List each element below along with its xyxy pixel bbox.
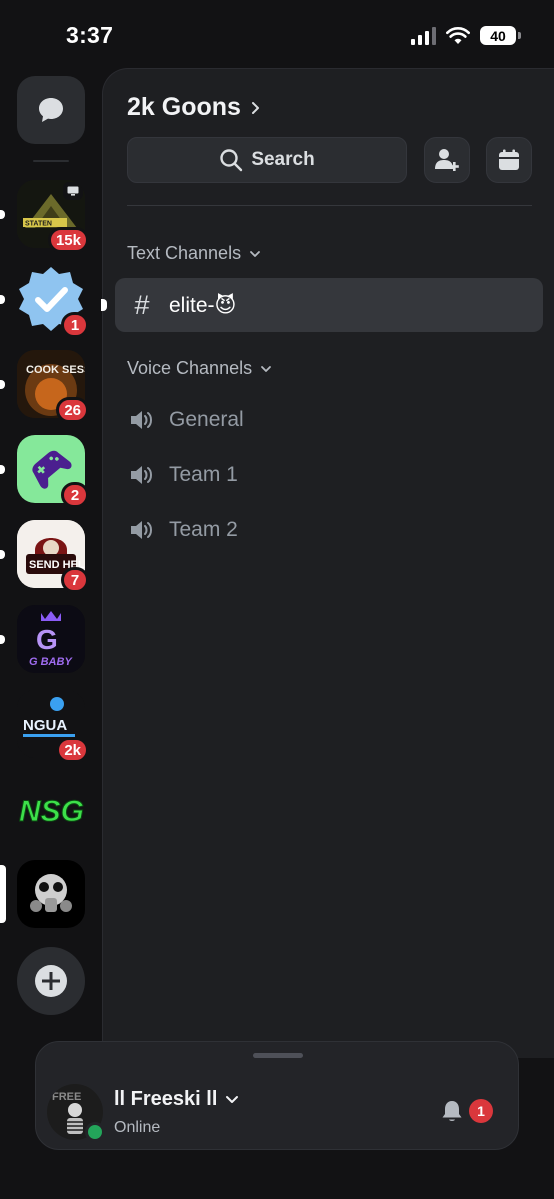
channel-name: Team 2 <box>169 518 238 541</box>
mention-badge: 1 <box>61 312 89 338</box>
server-staten[interactable]: STATEN 15k <box>0 180 89 253</box>
discord-app: 3:37 40 STATEN 15k 1 COOK SES 26 2 SEND … <box>0 0 554 1199</box>
selected-indicator <box>0 865 6 923</box>
chevron-down-icon <box>250 250 260 257</box>
header-divider <box>127 205 532 206</box>
add-server-button[interactable] <box>17 947 85 1015</box>
category-voice-channels[interactable]: Voice Channels <box>127 358 272 379</box>
invite-members-button[interactable] <box>424 137 470 183</box>
mention-badge: 7 <box>61 567 89 593</box>
plus-icon <box>35 965 67 997</box>
bell-icon <box>442 1101 462 1121</box>
server-logo-text: COOK SESSION <box>26 364 85 376</box>
battery-indicator: 40 <box>480 26 521 45</box>
unread-indicator <box>0 550 5 559</box>
server-icon: G G BABY <box>17 605 85 673</box>
search-icon <box>220 149 243 172</box>
voice-channel-general[interactable]: General <box>115 393 543 447</box>
events-button[interactable] <box>486 137 532 183</box>
drag-handle[interactable] <box>253 1053 303 1058</box>
add-user-icon <box>435 149 459 171</box>
channel-panel: 2k Goons Search Text Channels # elite-😈 … <box>101 68 554 1058</box>
guild-name: 2k Goons <box>127 93 241 121</box>
unread-indicator <box>101 299 107 311</box>
gas-mask-icon <box>30 874 72 912</box>
channel-elite[interactable]: # elite-😈 <box>101 278 543 332</box>
server-icon <box>17 860 85 928</box>
screen-share-icon <box>63 182 83 200</box>
server-icon: NSG <box>17 775 85 843</box>
server-send-help[interactable]: SEND HELP 7 <box>0 520 89 593</box>
search-label: Search <box>251 149 315 170</box>
g-baby-logo-icon: G G BABY <box>17 605 85 673</box>
server-rail: STATEN 15k 1 COOK SES 26 2 SEND HEL 7 G … <box>0 70 102 1050</box>
cellular-signal-icon <box>411 26 436 45</box>
server-g-baby[interactable]: G G BABY <box>0 605 85 673</box>
unread-indicator <box>0 465 5 474</box>
server-cook-session[interactable]: COOK SESSION 26 <box>0 350 89 423</box>
user-status: Online <box>114 1119 161 1136</box>
status-bar: 3:37 40 <box>0 0 554 70</box>
channel-name: elite-😈 <box>169 293 237 317</box>
search-button[interactable]: Search <box>127 137 407 183</box>
server-logo-text: NSG <box>19 795 84 828</box>
nsg-logo-icon: NSG <box>19 795 85 829</box>
online-status-icon <box>85 1122 105 1142</box>
unread-indicator <box>0 210 5 219</box>
server-verified[interactable]: 1 <box>0 265 89 338</box>
speaker-icon <box>131 411 152 429</box>
user-name: ll Freeski ll <box>114 1088 218 1110</box>
mention-badge: 26 <box>56 397 89 423</box>
speaker-icon <box>131 466 152 484</box>
voice-channel-team-1[interactable]: Team 1 <box>115 448 543 502</box>
unread-indicator <box>0 380 5 389</box>
chevron-down-icon <box>226 1096 239 1103</box>
status-time: 3:37 <box>66 22 114 48</box>
notifications-button[interactable] <box>441 1099 463 1128</box>
unread-indicator <box>0 295 5 304</box>
mention-badge: 2 <box>61 482 89 508</box>
server-ngua[interactable]: NGUA 2k <box>17 690 89 763</box>
calendar-icon <box>499 149 519 170</box>
server-logo-text: G BABY <box>29 656 73 668</box>
status-icons: 40 <box>411 26 521 45</box>
category-label: Text Channels <box>127 243 242 263</box>
user-name-button[interactable]: ll Freeski ll <box>114 1088 239 1111</box>
user-panel[interactable]: FREE ll Freeski ll Online 1 <box>35 1041 519 1150</box>
mention-badge: 15k <box>47 227 89 253</box>
channel-name: General <box>169 408 244 431</box>
hashtag-icon: # <box>134 289 150 320</box>
chevron-right-icon <box>251 101 259 114</box>
direct-messages-button[interactable] <box>17 76 85 144</box>
chevron-down-icon <box>261 365 271 372</box>
guild-header[interactable]: 2k Goons <box>127 93 261 122</box>
voice-channel-team-2[interactable]: Team 2 <box>115 503 543 557</box>
channel-name: Team 1 <box>169 463 238 486</box>
rail-separator <box>33 160 69 162</box>
speaker-icon <box>131 521 152 539</box>
mention-badge: 2k <box>56 737 89 763</box>
server-gamepad[interactable]: 2 <box>0 435 89 508</box>
server-nsg[interactable]: NSG <box>17 775 85 843</box>
wifi-icon <box>446 26 470 44</box>
server-logo-text: STATEN <box>25 221 52 228</box>
server-2k-goons[interactable] <box>0 860 85 928</box>
category-label: Voice Channels <box>127 358 253 378</box>
svg-text:G: G <box>36 624 58 655</box>
server-logo-text: NGUA <box>23 717 67 734</box>
avatar-text: FREE <box>52 1091 81 1103</box>
chat-bubble-icon <box>39 98 63 122</box>
notification-badge: 1 <box>469 1099 493 1123</box>
unread-indicator <box>0 635 5 644</box>
category-text-channels[interactable]: Text Channels <box>127 243 261 264</box>
